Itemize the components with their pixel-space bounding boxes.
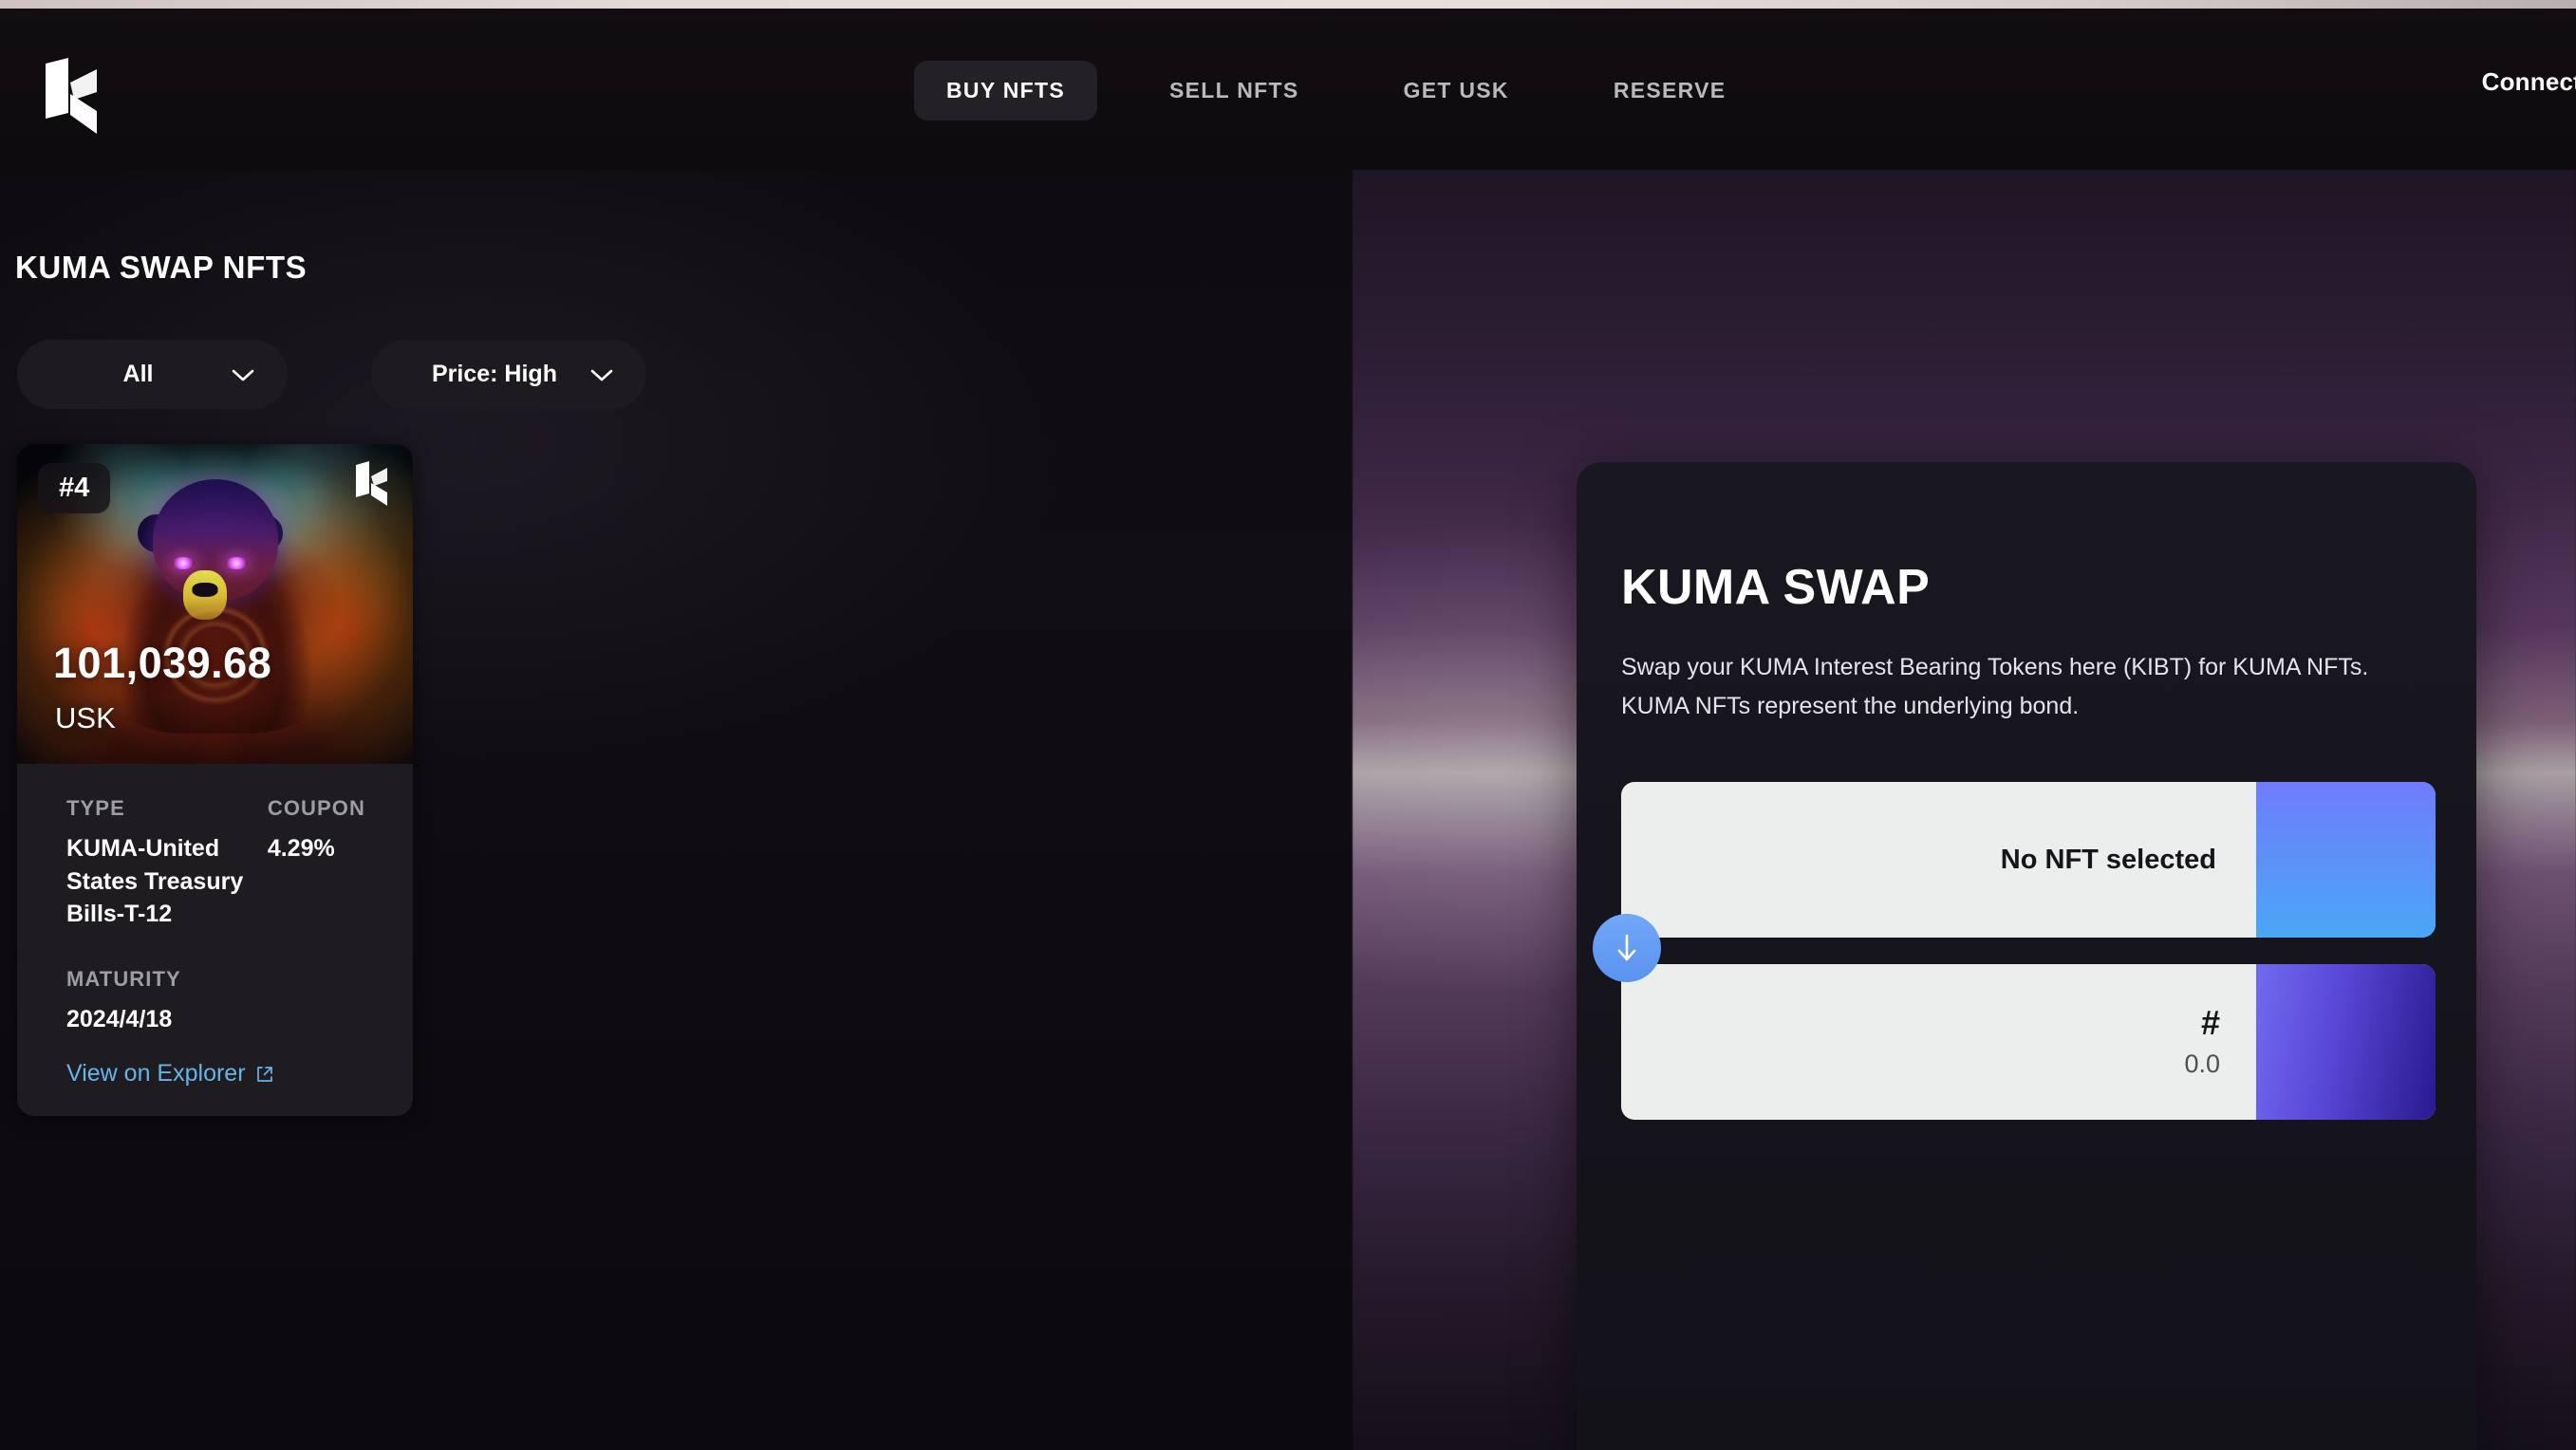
swap-from-value: No NFT selected xyxy=(2000,844,2216,875)
explorer-label: View on Explorer xyxy=(66,1060,246,1087)
swap-to-content: # 0.0 xyxy=(1621,964,2256,1120)
swap-from-content: No NFT selected xyxy=(1621,782,2256,938)
kuma-swap-panel: KUMA SWAP Swap your KUMA Interest Bearin… xyxy=(1577,462,2476,1450)
chevron-down-icon xyxy=(589,367,614,382)
type-label: TYPE xyxy=(66,796,125,820)
meta-spacer xyxy=(66,931,365,967)
meta-row-type-coupon: TYPE KUMA-United States Treasury Bills-T… xyxy=(66,796,365,931)
nav-label: RESERVE xyxy=(1613,78,1727,102)
swap-to-token-swatch[interactable] xyxy=(2256,964,2436,1120)
nft-card[interactable]: #4 101,039.68 USK TYPE KUMA-United State… xyxy=(17,444,413,1116)
swap-io-group: No NFT selected # 0.0 xyxy=(1593,782,2436,1120)
meta-col-type: TYPE KUMA-United States Treasury Bills-T… xyxy=(66,796,268,931)
swap-panel-description: Swap your KUMA Interest Bearing Tokens h… xyxy=(1621,654,2369,719)
main-nav: BUY NFTS SELL NFTS GET USK RESERVE xyxy=(914,61,1758,121)
coupon-value: 4.29% xyxy=(267,835,335,862)
nft-number-badge: #4 xyxy=(38,463,111,513)
top-accent-strip xyxy=(0,0,2576,9)
nft-metadata: TYPE KUMA-United States Treasury Bills-T… xyxy=(17,764,413,1116)
nft-artwork: #4 101,039.68 USK xyxy=(17,444,413,764)
view-on-explorer-link[interactable]: View on Explorer xyxy=(66,1060,365,1088)
maturity-label: MATURITY xyxy=(66,966,181,991)
filter-type-label: All xyxy=(122,361,154,387)
nav-label: BUY NFTS xyxy=(946,78,1065,102)
swap-input-from[interactable]: No NFT selected xyxy=(1621,782,2436,938)
connect-wallet-header-button[interactable]: Connect xyxy=(2482,67,2576,97)
swap-to-symbol: # xyxy=(2200,1002,2220,1042)
nav-item-reserve[interactable]: RESERVE xyxy=(1581,61,1759,121)
site-header: BUY NFTS SELL NFTS GET USK RESERVE Conne… xyxy=(0,9,2576,170)
type-value: KUMA-United States Treasury Bills-T-12 xyxy=(66,835,244,927)
swap-input-to[interactable]: # 0.0 xyxy=(1621,964,2436,1120)
page-title: KUMA SWAP NFTS xyxy=(15,250,308,285)
chevron-down-icon xyxy=(231,367,255,382)
filter-dropdown-type[interactable]: All xyxy=(17,340,288,409)
filter-bar: All Price: High xyxy=(17,340,646,409)
swap-io-spacer xyxy=(1621,938,2436,964)
arrow-down-icon xyxy=(1611,930,1643,966)
nav-item-sell-nfts[interactable]: SELL NFTS xyxy=(1137,61,1332,121)
swap-panel-title: KUMA SWAP xyxy=(1621,560,1931,615)
nft-currency: USK xyxy=(55,701,116,734)
swap-from-token-swatch[interactable] xyxy=(2256,782,2436,938)
swap-direction-button[interactable] xyxy=(1593,914,1661,982)
filter-sort-label: Price: High xyxy=(432,361,557,387)
filter-dropdown-sort[interactable]: Price: High xyxy=(371,340,646,409)
meta-row-maturity: MATURITY 2024/4/18 xyxy=(66,967,365,1036)
maturity-value: 2024/4/18 xyxy=(66,1005,173,1032)
nft-price: 101,039.68 xyxy=(53,639,272,687)
coupon-label: COUPON xyxy=(267,796,365,820)
nav-item-buy-nfts[interactable]: BUY NFTS xyxy=(914,61,1097,121)
swap-to-value: 0.0 xyxy=(2184,1049,2220,1078)
nav-label: SELL NFTS xyxy=(1168,78,1299,102)
nav-label: GET USK xyxy=(1403,78,1509,102)
kuma-logo-icon[interactable] xyxy=(42,54,104,136)
kuma-logo-icon xyxy=(354,459,392,507)
meta-col-coupon: COUPON 4.29% xyxy=(268,796,365,931)
nav-item-get-usk[interactable]: GET USK xyxy=(1372,61,1541,121)
external-link-icon xyxy=(255,1065,274,1084)
